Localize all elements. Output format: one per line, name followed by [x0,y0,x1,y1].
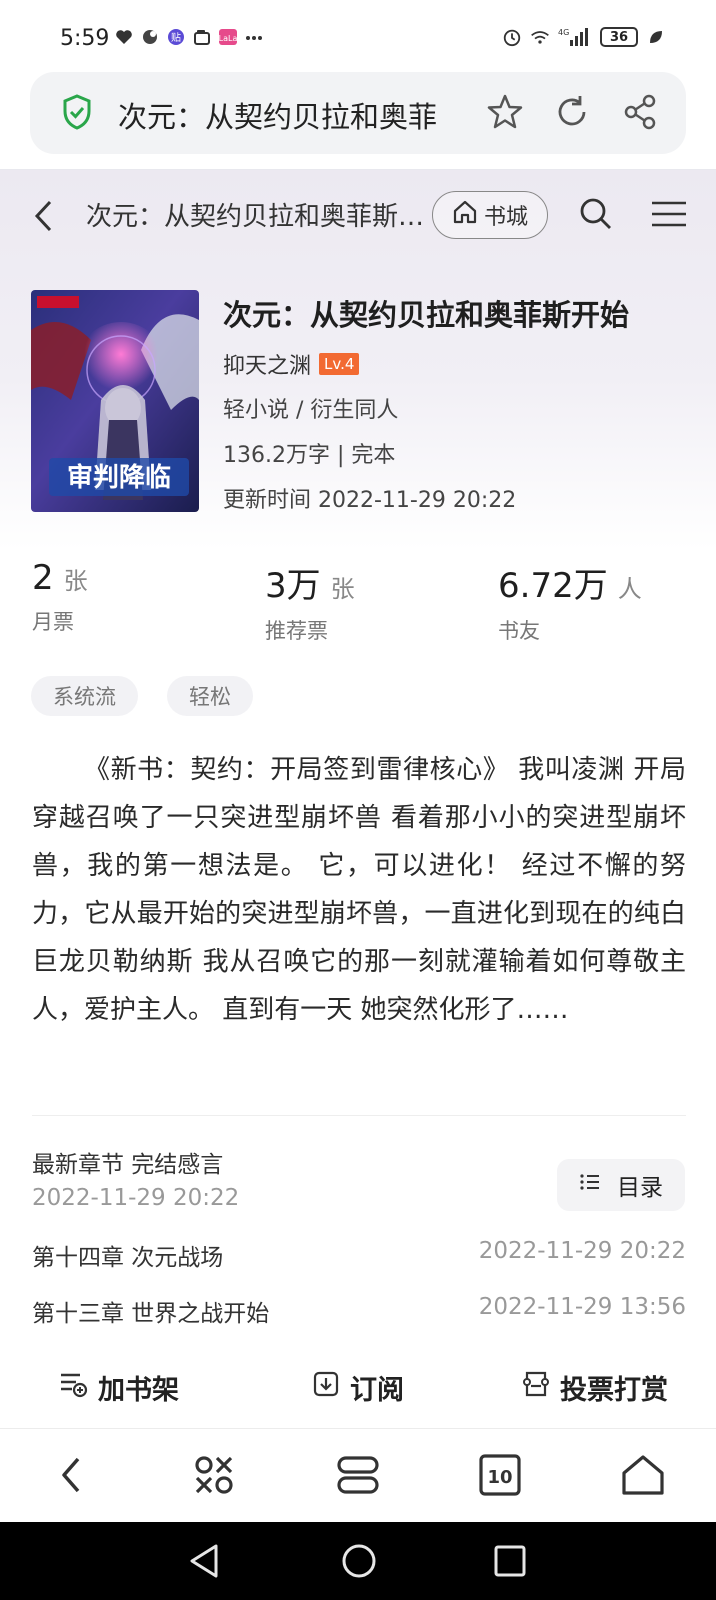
book-action-bar: 加书架 订阅 投票打赏 [0,1368,716,1428]
chapter-row[interactable]: 第十四章 次元战场 2022-11-29 20:22 [32,1238,686,1272]
ticket-icon [522,1370,550,1405]
bookstore-label: 书城 [483,205,528,230]
stat-label: 书友 [498,619,540,643]
chapter-title: 第十三章 世界之战开始 [32,1301,270,1327]
latest-chapter-label[interactable]: 最新章节 完结感言 [32,1145,223,1179]
stat-monthly-tickets[interactable]: 2张 月票 [32,558,88,636]
tag-chip[interactable]: 轻松 [167,676,253,716]
author-line: 抑天之渊 Lv.4 [223,348,360,380]
book-title: 次元：从契约贝拉和奥菲斯开始 [223,298,630,332]
stat-recommend-tickets[interactable]: 3万张 推荐票 [265,558,355,645]
table-of-contents-button[interactable]: 目录 [557,1159,685,1211]
list-icon [579,1172,601,1198]
author-level-badge: Lv.4 [319,353,360,375]
latest-chapter-date: 2022-11-29 20:22 [32,1185,240,1211]
system-home-icon[interactable] [340,1542,378,1584]
bookshelf-add-icon [58,1370,88,1405]
more-icon [244,27,264,47]
book-update-time: 更新时间 2022-11-29 20:22 [223,488,517,513]
stat-label: 月票 [32,610,74,634]
toc-label: 目录 [617,1175,663,1201]
svg-text:贴: 贴 [171,31,181,44]
book-wordcount-status: 136.2万字 | 完本 [223,443,396,468]
book-category: 轻小说 / 衍生同人 [223,398,399,423]
notification-icons: 贴 LaLa [114,27,264,47]
chapter-row[interactable]: 第十三章 世界之战开始 2022-11-29 13:56 [32,1294,686,1328]
page-nav-title: 次元：从契约贝拉和奥菲斯开始 [86,202,442,232]
chapter-date: 2022-11-29 20:22 [478,1238,686,1264]
leaf-icon [646,27,666,47]
battery-indicator: 36 [600,27,638,47]
menu-icon[interactable] [650,200,688,232]
tabs-count-icon[interactable]: 10 [478,1453,522,1501]
shield-check-icon[interactable] [62,94,92,134]
back-icon[interactable] [56,1453,86,1501]
subscribe-label: 订阅 [350,1375,404,1406]
wifi-icon [530,27,550,47]
search-icon[interactable] [578,196,614,236]
lala-app-icon: LaLa [218,27,238,47]
divider [32,1115,686,1116]
home-icon[interactable] [620,1453,666,1501]
system-status-icons: 4G 36 [502,27,666,47]
tag-chip[interactable]: 系统流 [31,676,138,716]
stat-unit: 张 [330,575,355,603]
vote-reward-label: 投票打赏 [560,1375,668,1406]
stat-value: 2 [32,558,54,598]
url-bar[interactable]: 次元：从契约贝拉和奥菲 [30,72,686,154]
system-nav-bar [0,1522,716,1600]
chapter-date: 2022-11-29 13:56 [478,1294,686,1320]
folder-icon [192,27,212,47]
chapter-title: 第十四章 次元战场 [32,1245,224,1271]
system-recents-icon[interactable] [492,1542,528,1584]
back-arrow-icon[interactable] [32,198,56,238]
status-bar: 5:59 贴 LaLa 4G 36 [0,0,716,70]
author-name[interactable]: 抑天之渊 [223,348,311,380]
svg-text:LaLa: LaLa [219,34,238,43]
stat-readers[interactable]: 6.72万人 书友 [498,558,642,645]
share-icon[interactable] [620,92,660,136]
bookmark-star-icon[interactable] [485,92,525,136]
stat-unit: 张 [63,567,88,595]
stat-value: 3万 [265,566,321,606]
refresh-icon[interactable] [552,92,592,136]
vote-reward-button[interactable]: 投票打赏 [522,1368,668,1407]
add-to-bookshelf-button[interactable]: 加书架 [58,1368,179,1407]
tabs-count: 10 [487,1467,512,1488]
windows-icon[interactable] [336,1453,380,1501]
app-badge-icon: 贴 [166,27,186,47]
subscribe-button[interactable]: 订阅 [312,1368,404,1407]
bookstore-button[interactable]: 书城 [432,191,548,239]
status-time: 5:59 [60,26,110,51]
browser-bottom-nav: 10 [0,1428,716,1522]
system-back-icon[interactable] [186,1542,222,1584]
cover-title-text: 审判降临 [67,462,171,493]
app-icon [140,27,160,47]
book-synopsis[interactable]: 《新书：契约：开局签到雷律核心》 我叫凌渊 开局穿越召唤了一只突进型崩坏兽 看着… [32,746,686,1034]
apps-icon[interactable] [192,1453,236,1501]
stat-value: 6.72万 [498,566,608,606]
home-icon [452,199,478,231]
svg-text:4G: 4G [558,28,569,37]
stat-unit: 人 [617,575,642,603]
book-cover[interactable]: 审判降临 [31,290,199,512]
download-icon [312,1370,340,1405]
stat-label: 推荐票 [265,619,328,643]
add-to-bookshelf-label: 加书架 [98,1375,179,1406]
cellular-signal-icon: 4G [558,27,592,47]
url-page-title[interactable]: 次元：从契约贝拉和奥菲 [118,94,468,136]
alarm-icon [502,27,522,47]
heart-icon [114,27,134,47]
